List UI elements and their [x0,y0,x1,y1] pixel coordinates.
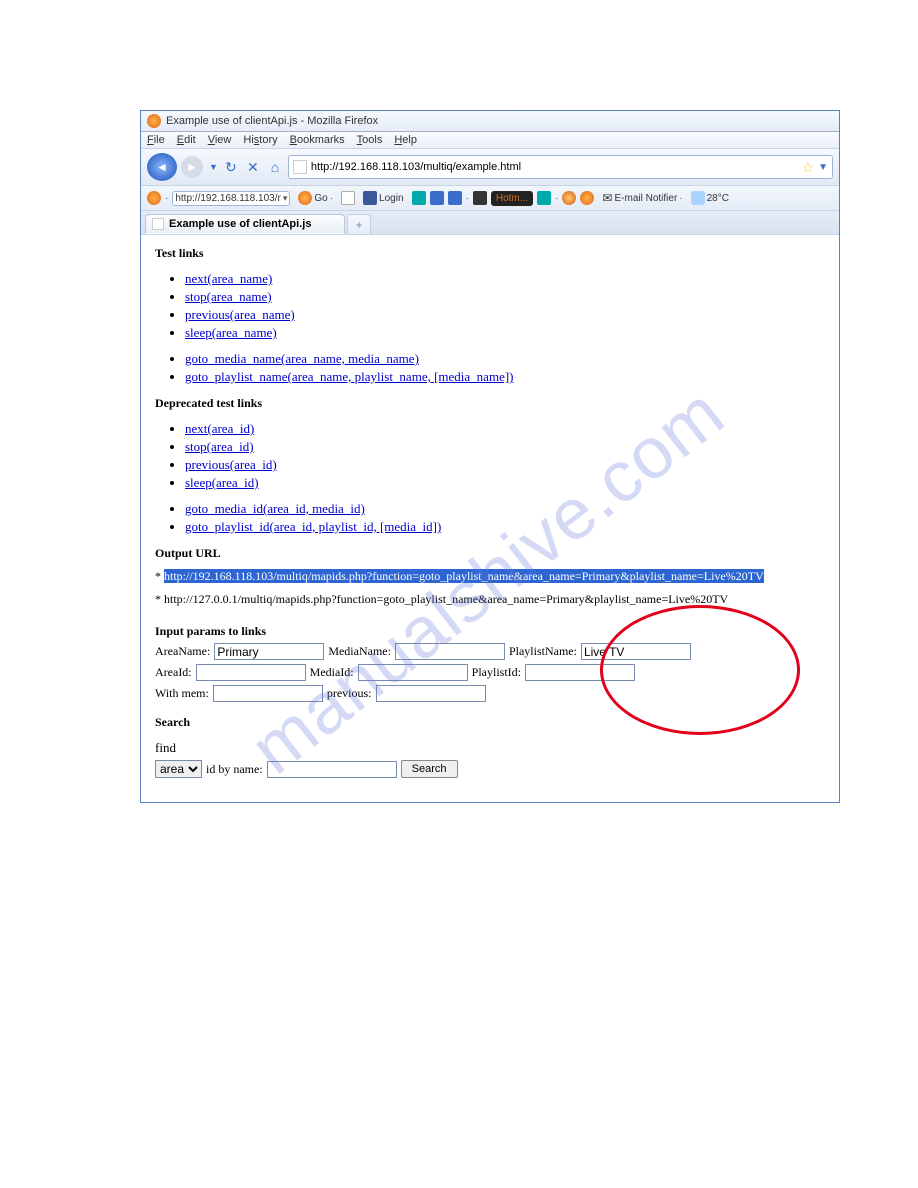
login-button[interactable]: Login [359,189,407,207]
menu-bookmarks[interactable]: Bookmarks [290,134,345,146]
address-selector[interactable]: http://192.168.118.103/r ▾ [172,191,290,206]
label-playlistname: PlaylistName: [509,644,577,659]
label-medianame: MediaName: [328,644,391,659]
toolbar-icon-2[interactable] [341,191,355,205]
link-sleep[interactable]: sleep(area_name) [185,325,277,340]
menu-help[interactable]: Help [394,134,417,146]
fb-icon [363,191,377,205]
nav-toolbar: ◄ ► ▼ ↻ ✕ ⌂ ☆ ▼ [141,149,839,186]
input-medianame[interactable] [395,643,505,660]
active-tab[interactable]: Example use of clientApi.js [145,214,345,234]
window-title: Example use of clientApi.js - Mozilla Fi… [166,115,378,127]
output-url-2: * http://127.0.0.1/multiq/mapids.php?fun… [155,592,825,607]
heading-output: Output URL [155,546,221,560]
search-button[interactable]: Search [401,760,458,778]
page-icon [293,160,307,174]
go-button[interactable]: Go · [294,189,337,207]
link-sleep-id[interactable]: sleep(area_id) [185,475,259,490]
toolbar-icon-8[interactable] [562,191,576,205]
back-button[interactable]: ◄ [147,153,177,181]
testlinks-list-2: goto_media_name(area_name, media_name) g… [185,351,825,385]
email-notifier[interactable]: ✉ E-mail Notifier · [598,189,686,207]
link-next[interactable]: next(area_name) [185,271,272,286]
menu-edit[interactable]: Edit [177,134,196,146]
menu-tools[interactable]: Tools [357,134,383,146]
label-areaid: AreaId: [155,665,192,680]
nav-dropdown-icon[interactable]: ▼ [209,162,218,172]
label-idbyname: id by name: [206,762,263,777]
input-areaid[interactable] [196,664,306,681]
url-dropdown-icon[interactable]: ▼ [818,162,828,173]
label-mediaid: MediaId: [310,665,354,680]
tab-page-icon [152,218,164,230]
label-withmem: With mem: [155,686,209,701]
address-bar[interactable]: ☆ ▼ [288,155,833,179]
input-withmem[interactable] [213,685,323,702]
search-type-select[interactable]: area [155,760,202,778]
browser-window: Example use of clientApi.js - Mozilla Fi… [140,110,840,803]
link-goto-playlist[interactable]: goto_playlist_name(area_name, playlist_n… [185,369,514,384]
toolbar-icon-5[interactable] [448,191,462,205]
toolbar-icon-3[interactable] [412,191,426,205]
heading-deprecated: Deprecated test links [155,396,262,410]
forward-button[interactable]: ► [181,156,203,178]
firefox-icon [147,114,161,128]
input-mediaid[interactable] [358,664,468,681]
weather-widget[interactable]: 28°C [691,191,729,205]
link-goto-playlist-id[interactable]: goto_playlist_id(area_id, playlist_id, [… [185,519,441,534]
hotmail-button[interactable]: Hotm... [491,191,533,206]
menu-bar: File Edit View History Bookmarks Tools H… [141,132,839,149]
menu-file[interactable]: File [147,134,165,146]
input-areaname[interactable] [214,643,324,660]
weather-icon [691,191,705,205]
deprecated-list-1: next(area_id) stop(area_id) previous(are… [185,421,825,491]
link-stop-id[interactable]: stop(area_id) [185,439,254,454]
input-search-name[interactable] [267,761,397,778]
output-url-1: * http://192.168.118.103/multiq/mapids.p… [155,569,825,584]
toolbar-icon[interactable] [147,191,161,205]
heading-testlinks: Test links [155,246,204,260]
params-row-3: With mem: previous: [155,685,825,702]
home-icon[interactable]: ⌂ [266,158,284,176]
go-icon [298,191,312,205]
heading-params: Input params to links [155,624,266,638]
toolbar-icon-7[interactable] [537,191,551,205]
link-goto-media-id[interactable]: goto_media_id(area_id, media_id) [185,501,365,516]
menu-history[interactable]: History [243,134,277,146]
deprecated-list-2: goto_media_id(area_id, media_id) goto_pl… [185,501,825,535]
search-row: area id by name: Search [155,760,825,778]
input-playlistid[interactable] [525,664,635,681]
new-tab-button[interactable]: + [347,214,371,234]
testlinks-list-1: next(area_name) stop(area_name) previous… [185,271,825,341]
reload-icon[interactable]: ↻ [222,158,240,176]
toolbar-icon-9[interactable] [580,191,594,205]
search-find-label: find [155,740,825,756]
toolbar-icon-6[interactable] [473,191,487,205]
label-areaname: AreaName: [155,644,210,659]
params-row-2: AreaId: MediaId: PlaylistId: [155,664,825,681]
link-goto-media[interactable]: goto_media_name(area_name, media_name) [185,351,419,366]
label-previous: previous: [327,686,372,701]
params-row-1: AreaName: MediaName: PlaylistName: [155,643,825,660]
toolbar-icon-4[interactable] [430,191,444,205]
tab-strip: Example use of clientApi.js + [141,211,839,235]
menu-view[interactable]: View [208,134,232,146]
link-next-id[interactable]: next(area_id) [185,421,254,436]
tab-title: Example use of clientApi.js [169,218,311,230]
link-stop[interactable]: stop(area_name) [185,289,272,304]
label-playlistid: PlaylistId: [472,665,521,680]
link-previous[interactable]: previous(area_name) [185,307,295,322]
window-titlebar: Example use of clientApi.js - Mozilla Fi… [141,111,839,132]
page-content: Test links next(area_name) stop(area_nam… [141,235,839,802]
output-url-1-selected[interactable]: http://192.168.118.103/multiq/mapids.php… [164,569,764,583]
stop-icon[interactable]: ✕ [244,158,262,176]
bookmarks-toolbar: · http://192.168.118.103/r ▾ Go · Login … [141,186,839,211]
input-previous[interactable] [376,685,486,702]
link-previous-id[interactable]: previous(area_id) [185,457,277,472]
input-playlistname[interactable] [581,643,691,660]
heading-search: Search [155,715,190,729]
url-input[interactable] [311,161,798,173]
bookmark-star-icon[interactable]: ☆ [802,159,815,176]
